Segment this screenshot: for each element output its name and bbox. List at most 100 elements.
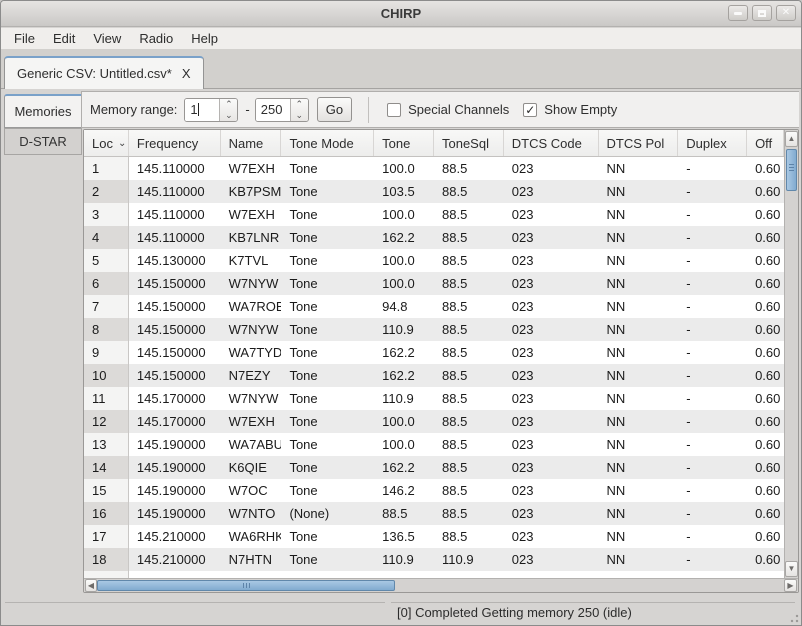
cell-frequency[interactable]: 145.170000 — [129, 410, 221, 433]
cell-tone-mode[interactable]: Tone — [281, 410, 374, 433]
maximize-button[interactable] — [752, 5, 772, 21]
cell-off[interactable]: 0.60 — [747, 157, 784, 180]
table-row[interactable]: 1145.110000W7EXHTone100.088.5023NN-0.60 — [84, 157, 784, 180]
cell-dtcs-pol[interactable]: NN — [599, 502, 679, 525]
spin-up-icon[interactable]: ⌃ — [220, 99, 237, 110]
cell-dtcs-code[interactable]: 023 — [504, 180, 599, 203]
cell-tone[interactable]: 100.0 — [374, 157, 434, 180]
cell-loc[interactable]: 5 — [84, 249, 129, 272]
cell-name[interactable]: WA7ABU — [221, 433, 282, 456]
vertical-scrollbar-thumb[interactable] — [786, 149, 797, 191]
cell-tone-mode[interactable]: Tone — [281, 525, 374, 548]
cell-duplex[interactable]: - — [678, 525, 747, 548]
cell-tonesql[interactable]: 88.5 — [434, 272, 504, 295]
cell-dtcs-pol[interactable]: NN — [599, 226, 679, 249]
table-row[interactable]: 16145.190000W7NTO(None)88.588.5023NN-0.6… — [84, 502, 784, 525]
spin-up-icon[interactable]: ⌃ — [291, 99, 308, 110]
go-button[interactable]: Go — [317, 97, 352, 122]
cell-off[interactable]: 0.60 — [747, 387, 784, 410]
cell-dtcs-pol[interactable]: NN — [599, 272, 679, 295]
cell-dtcs-code[interactable]: 023 — [504, 456, 599, 479]
cell-loc[interactable]: 14 — [84, 456, 129, 479]
cell-duplex[interactable]: - — [678, 226, 747, 249]
table-row[interactable]: 3145.110000W7EXHTone100.088.5023NN-0.60 — [84, 203, 784, 226]
cell-tonesql[interactable]: 88.5 — [434, 249, 504, 272]
cell-tonesql[interactable]: 110.9 — [434, 548, 504, 571]
cell-dtcs-code[interactable]: 023 — [504, 157, 599, 180]
cell-duplex[interactable]: - — [678, 456, 747, 479]
cell-dtcs-code[interactable]: 023 — [504, 295, 599, 318]
menu-edit[interactable]: Edit — [44, 29, 84, 48]
cell-tone[interactable]: 146.2 — [374, 479, 434, 502]
column-header-loc[interactable]: Loc⌄ — [84, 130, 129, 156]
cell-tonesql[interactable]: 88.5 — [434, 410, 504, 433]
column-header-duplex[interactable]: Duplex — [678, 130, 747, 156]
memory-range-start-spinbox[interactable]: 1 ⌃ ⌄ — [184, 98, 238, 122]
cell-dtcs-code[interactable]: 023 — [504, 272, 599, 295]
cell-frequency[interactable]: 145.190000 — [129, 479, 221, 502]
cell-dtcs-code[interactable]: 023 — [504, 364, 599, 387]
column-header-tone[interactable]: Tone — [374, 130, 434, 156]
cell-dtcs-code[interactable]: 023 — [504, 571, 599, 578]
horizontal-scrollbar-thumb[interactable] — [97, 580, 395, 591]
table-row[interactable]: 6145.150000W7NYWTone100.088.5023NN-0.60 — [84, 272, 784, 295]
cell-dtcs-pol[interactable]: NN — [599, 433, 679, 456]
cell-loc[interactable]: 3 — [84, 203, 129, 226]
cell-name[interactable]: WA7ROB — [221, 295, 282, 318]
cell-dtcs-pol[interactable]: NN — [599, 525, 679, 548]
horizontal-scrollbar[interactable]: ◀ ▶ — [84, 578, 798, 592]
cell-frequency[interactable]: 145.110000 — [129, 226, 221, 249]
scroll-left-button[interactable]: ◀ — [85, 579, 97, 592]
cell-duplex[interactable]: - — [678, 479, 747, 502]
cell-dtcs-pol[interactable]: NN — [599, 571, 679, 578]
cell-dtcs-pol[interactable]: NN — [599, 249, 679, 272]
cell-tonesql[interactable]: 88.5 — [434, 318, 504, 341]
cell-name[interactable]: W7NYW — [221, 318, 282, 341]
cell-frequency[interactable]: 145.150000 — [129, 295, 221, 318]
cell-dtcs-code[interactable]: 023 — [504, 387, 599, 410]
cell-off[interactable]: 0.60 — [747, 410, 784, 433]
cell-tone-mode[interactable]: Tone — [281, 387, 374, 410]
cell-off[interactable]: 0.60 — [747, 226, 784, 249]
cell-duplex[interactable]: - — [678, 387, 747, 410]
vertical-scrollbar[interactable]: ▲ ▼ — [784, 130, 798, 578]
tab-generic-csv[interactable]: Generic CSV: Untitled.csv* X — [4, 56, 204, 89]
cell-tone[interactable]: 110.9 — [374, 387, 434, 410]
cell-dtcs-code[interactable]: 023 — [504, 203, 599, 226]
cell-tonesql[interactable]: 88.5 — [434, 364, 504, 387]
table-row[interactable]: 4145.110000KB7LNRTone162.288.5023NN-0.60 — [84, 226, 784, 249]
cell-tone-mode[interactable]: Tone — [281, 548, 374, 571]
cell-frequency[interactable]: 145.150000 — [129, 318, 221, 341]
cell-duplex[interactable]: - — [678, 364, 747, 387]
title-bar[interactable]: CHIRP ✕ — [1, 1, 801, 27]
cell-duplex[interactable]: - — [678, 180, 747, 203]
cell-loc[interactable]: 8 — [84, 318, 129, 341]
cell-tone[interactable]: 100.0 — [374, 249, 434, 272]
cell-off[interactable]: 0.60 — [747, 203, 784, 226]
cell-duplex[interactable]: - — [678, 318, 747, 341]
cell-dtcs-pol[interactable]: NN — [599, 341, 679, 364]
table-row[interactable]: 14145.190000K6QIETone162.288.5023NN-0.60 — [84, 456, 784, 479]
cell-tone[interactable]: 88.5 — [374, 502, 434, 525]
cell-loc[interactable]: 2 — [84, 180, 129, 203]
cell-tone-mode[interactable]: Tone — [281, 341, 374, 364]
cell-tone[interactable]: 162.2 — [374, 456, 434, 479]
cell-dtcs-pol[interactable]: NN — [599, 387, 679, 410]
cell-dtcs-code[interactable]: 023 — [504, 433, 599, 456]
cell-tone-mode[interactable]: Tone — [281, 203, 374, 226]
tab-memories[interactable]: Memories — [4, 94, 81, 128]
cell-tone[interactable]: 162.2 — [374, 341, 434, 364]
menu-file[interactable]: File — [5, 29, 44, 48]
table-row[interactable]: 8145.150000W7NYWTone110.988.5023NN-0.60 — [84, 318, 784, 341]
minimize-button[interactable] — [728, 5, 748, 21]
cell-tone-mode[interactable]: Tone — [281, 157, 374, 180]
cell-loc[interactable]: 17 — [84, 525, 129, 548]
resize-grip-icon[interactable] — [787, 611, 799, 623]
column-header-tone-mode[interactable]: Tone Mode — [281, 130, 374, 156]
cell-frequency[interactable]: 145.110000 — [129, 180, 221, 203]
cell-off[interactable]: 0.60 — [747, 525, 784, 548]
cell-dtcs-code[interactable]: 023 — [504, 548, 599, 571]
cell-tone-mode[interactable]: Tone — [281, 364, 374, 387]
table-row[interactable]: 18145.210000N7HTNTone110.9110.9023NN-0.6… — [84, 548, 784, 571]
cell-dtcs-pol[interactable]: NN — [599, 157, 679, 180]
